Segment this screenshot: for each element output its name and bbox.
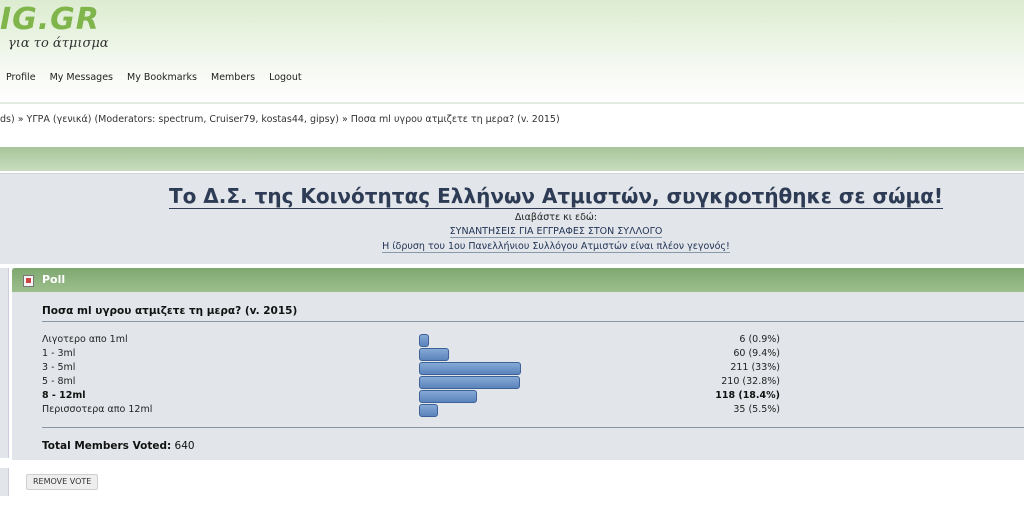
announcement-link-founding[interactable]: Η ίδρυση του 1ου Πανελλήνιου Συλλόγου Ατ… <box>382 241 730 253</box>
poll-question: Ποσα ml υγρου ατμιζετε τη μερα? (v. 2015… <box>42 305 298 317</box>
poll-option-label: 1 - 3ml <box>42 348 76 359</box>
user-nav: Profile My Messages My Bookmarks Members… <box>0 72 307 83</box>
poll-total-label: Total Members Voted: <box>42 440 172 452</box>
poll-icon <box>23 275 34 287</box>
nav-members[interactable]: Members <box>211 72 255 83</box>
nav-my-bookmarks[interactable]: My Bookmarks <box>127 72 197 83</box>
poll-option-label-selected: 8 - 12ml <box>42 390 86 401</box>
poll-option-result: 210 (32.8%) <box>721 376 780 387</box>
poll-divider-bottom <box>42 427 1024 428</box>
poll-option-result: 6 (0.9%) <box>739 334 780 345</box>
poll-header: Poll <box>12 268 1024 292</box>
announcement-title[interactable]: Το Δ.Σ. της Κοινότητας Ελλήνων Ατμιστών,… <box>168 184 944 209</box>
poll-header-label: Poll <box>42 273 66 286</box>
poll-option-label: Λιγοτερο απο 1ml <box>42 334 128 345</box>
site-tagline: για το άτμισμα <box>8 36 109 51</box>
breadcrumb[interactable]: ds) » ΥΓΡΑ (γενικά) (Moderators: spectru… <box>0 114 560 125</box>
site-header: IG.GR για το άτμισμα Profile My Messages… <box>0 0 1024 104</box>
left-column-edge-lower <box>0 468 9 496</box>
poll-option-label: 3 - 5ml <box>42 362 76 373</box>
left-column-edge <box>0 268 9 458</box>
nav-logout[interactable]: Logout <box>269 72 302 83</box>
poll-option-bar <box>419 376 520 389</box>
announcement-box: Το Δ.Σ. της Κοινότητας Ελλήνων Ατμιστών,… <box>0 173 1024 264</box>
poll-option-result: 35 (5.5%) <box>733 404 780 415</box>
poll-option-result: 60 (9.4%) <box>733 348 780 359</box>
site-logo[interactable]: IG.GR <box>0 2 100 38</box>
poll-option-bar <box>419 404 438 417</box>
announcement-link-meetings[interactable]: ΣΥΝΑΝΤΗΣΕΙΣ ΓΙΑ ΕΓΓΡΑΦΕΣ ΣΤΟΝ ΣΥΛΛΟΓΟ <box>449 226 663 238</box>
poll-divider-top <box>42 321 1024 322</box>
poll-option-result: 211 (33%) <box>730 362 780 373</box>
poll-panel: Poll Ποσα ml υγρου ατμιζετε τη μερα? (v.… <box>12 268 1024 460</box>
remove-vote-button[interactable]: REMOVE VOTE <box>26 474 99 490</box>
poll-option-bar <box>419 334 429 347</box>
nav-profile[interactable]: Profile <box>6 72 36 83</box>
poll-option-bar <box>419 362 521 375</box>
poll-total: Total Members Voted: 640 <box>42 440 195 452</box>
nav-my-messages[interactable]: My Messages <box>50 72 113 83</box>
poll-total-value: 640 <box>174 440 195 452</box>
section-divider-bar <box>0 147 1024 171</box>
poll-option-label: 5 - 8ml <box>42 376 76 387</box>
poll-option-bar <box>419 390 477 403</box>
announcement-subtitle: Διαβάστε κι εδώ: <box>514 212 598 223</box>
poll-option-label: Περισσοτερα απο 12ml <box>42 404 153 415</box>
poll-option-result-selected: 118 (18.4%) <box>715 390 780 401</box>
poll-option-bar <box>419 348 449 361</box>
